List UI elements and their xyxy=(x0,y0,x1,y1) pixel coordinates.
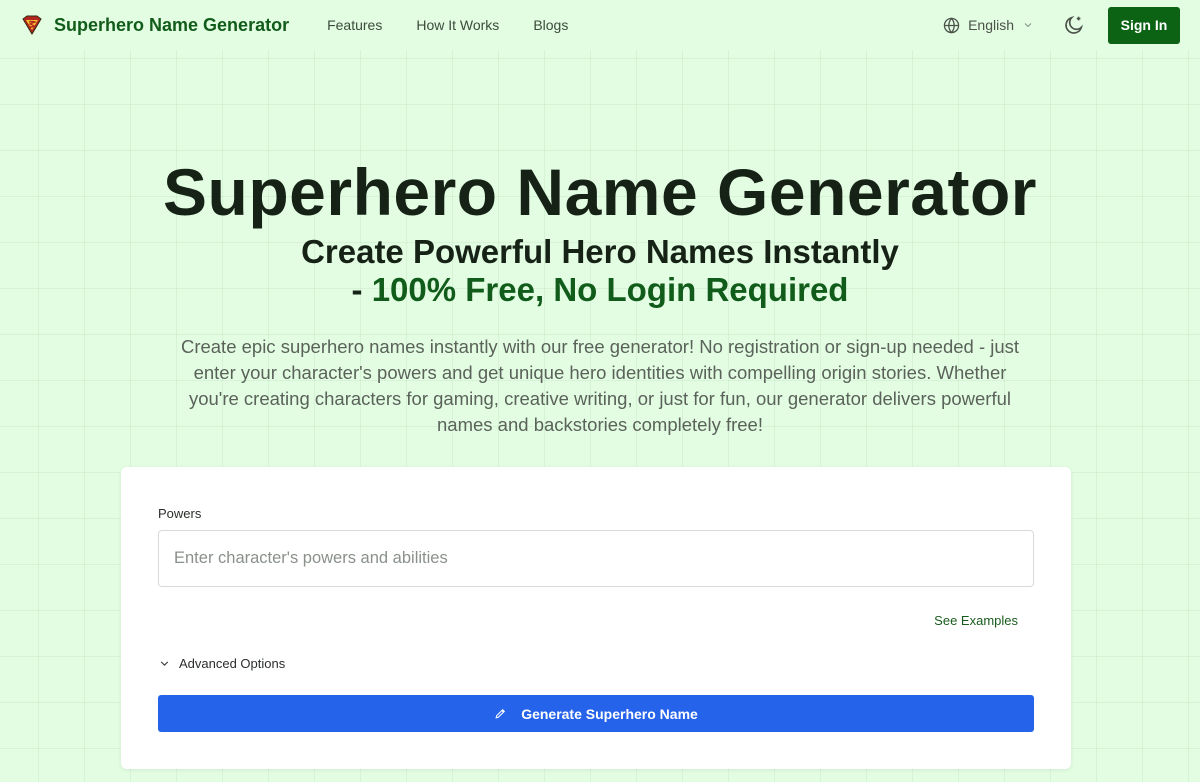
advanced-options-toggle[interactable]: Advanced Options xyxy=(158,656,285,671)
globe-icon xyxy=(943,16,960,34)
sign-in-button[interactable]: Sign In xyxy=(1108,6,1180,44)
superman-shield-icon xyxy=(20,13,44,37)
dark-mode-toggle[interactable] xyxy=(1062,13,1086,37)
hero-subtitle-accent: 100% Free, No Login Required xyxy=(371,271,849,308)
powers-label: Powers xyxy=(158,506,202,521)
brand-name: Superhero Name Generator xyxy=(54,14,290,35)
generator-card: Powers See Examples Advanced Options Gen… xyxy=(121,467,1071,769)
top-navbar: Superhero Name Generator Features How It… xyxy=(0,0,1200,50)
pencil-icon xyxy=(494,707,507,720)
main-nav: Features How It Works Blogs xyxy=(327,17,568,33)
brand[interactable]: Superhero Name Generator xyxy=(20,13,289,37)
hero-subtitle-line1: Create Powerful Hero Names Instantly xyxy=(301,233,899,270)
advanced-options-label: Advanced Options xyxy=(179,656,286,671)
hero-subtitle: Create Powerful Hero Names Instantly - 1… xyxy=(0,233,1200,309)
see-examples-link[interactable]: See Examples xyxy=(934,613,1018,628)
moon-icon xyxy=(1065,15,1084,34)
nav-features[interactable]: Features xyxy=(327,17,382,33)
chevron-down-icon xyxy=(158,657,171,670)
language-label: English xyxy=(968,17,1014,33)
nav-how-it-works[interactable]: How It Works xyxy=(416,17,499,33)
header-actions: English Sign In xyxy=(943,6,1180,44)
generate-button[interactable]: Generate Superhero Name xyxy=(158,695,1034,732)
language-selector[interactable]: English xyxy=(943,16,1034,34)
hero-subtitle-line2: - 100% Free, No Login Required xyxy=(0,271,1200,309)
chevron-down-icon xyxy=(1022,19,1034,31)
hero-subtitle-prefix: - xyxy=(351,271,372,308)
page-title: Superhero Name Generator xyxy=(163,155,1037,229)
nav-blogs[interactable]: Blogs xyxy=(533,17,568,33)
powers-input[interactable] xyxy=(158,530,1034,587)
generate-button-label: Generate Superhero Name xyxy=(521,705,698,722)
hero-description: Create epic superhero names instantly wi… xyxy=(180,336,1020,435)
